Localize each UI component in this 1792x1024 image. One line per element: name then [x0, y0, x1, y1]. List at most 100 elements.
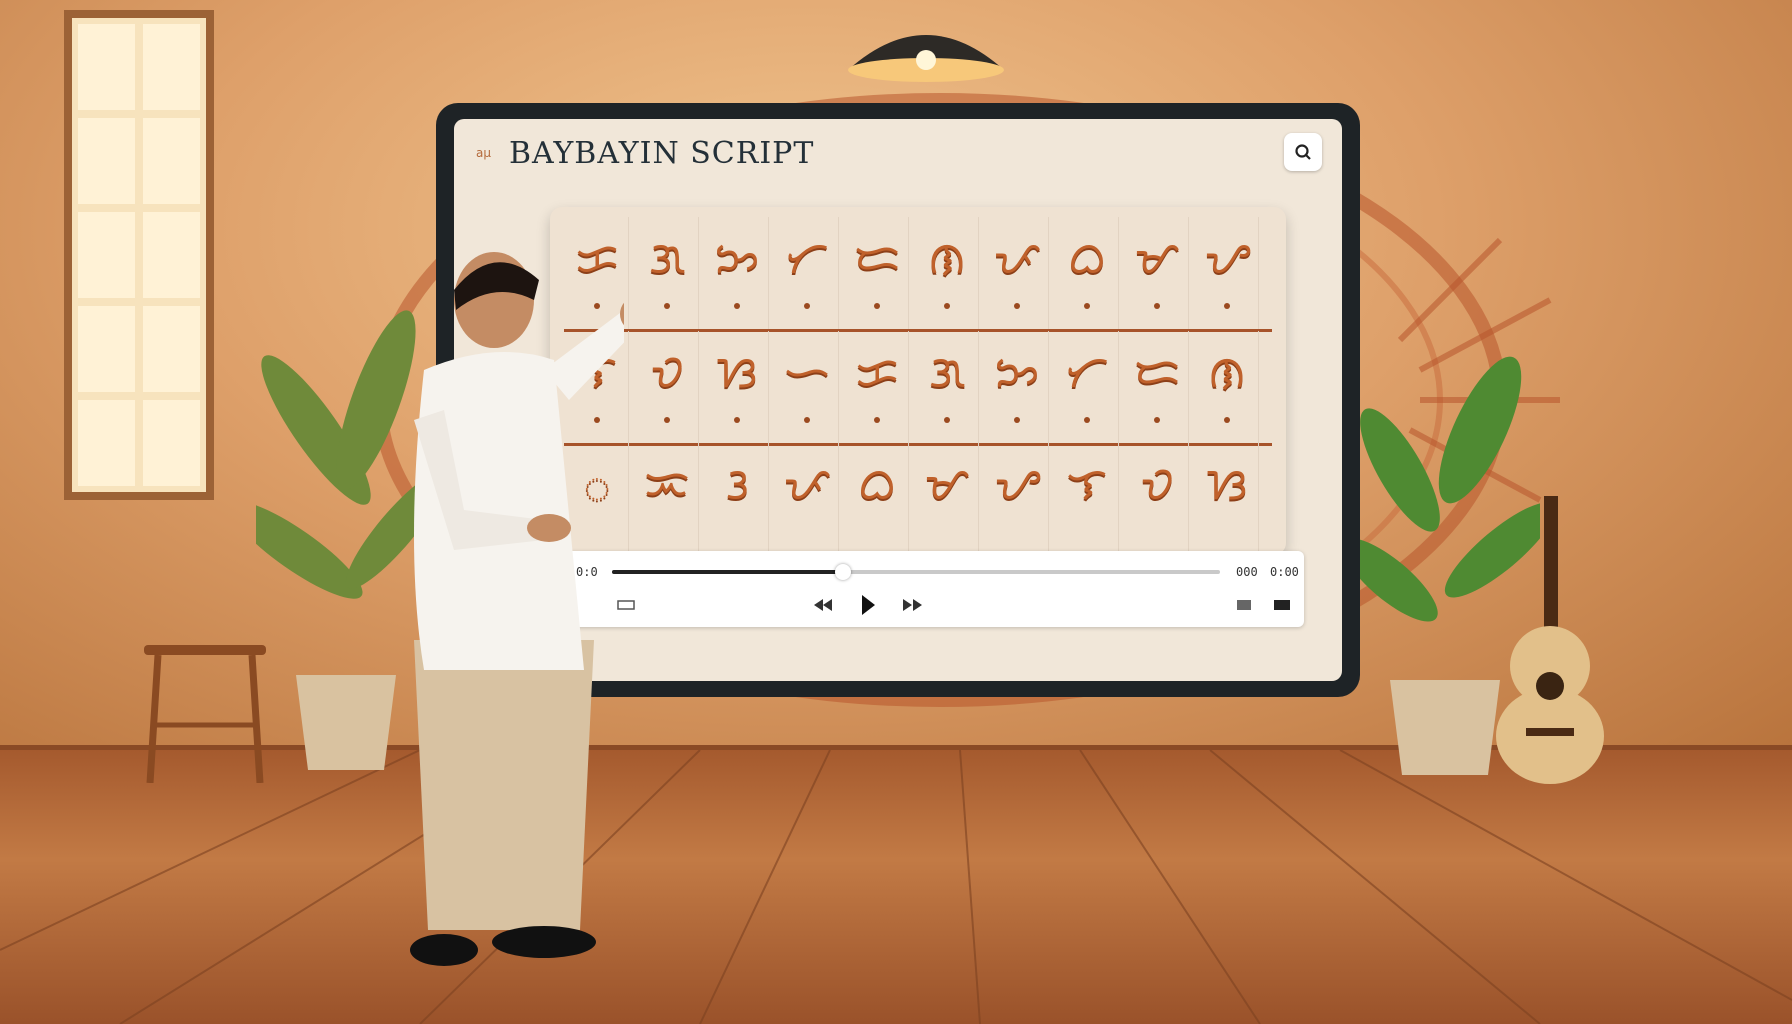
glyph-marker	[804, 417, 810, 423]
glyph-marker	[1224, 303, 1230, 309]
glyph-character: ᜄ	[928, 347, 966, 398]
glyph-marker	[1224, 417, 1230, 423]
baybayin-glyph[interactable]: ᜋ	[916, 443, 979, 555]
glyph-marker	[734, 417, 740, 423]
baybayin-glyph[interactable]: ᜆ	[776, 217, 839, 329]
glyph-row: ᜃᜄᜅᜆᜇᜈᜉᜊᜋᜌ	[566, 217, 1270, 329]
glyph-character: ᜆ	[1065, 347, 1109, 398]
baybayin-glyph[interactable]: ᜈ	[916, 217, 979, 329]
baybayin-glyph[interactable]: ᜌ	[986, 443, 1049, 555]
wooden-stool	[144, 645, 266, 783]
forward-icon	[903, 599, 922, 611]
baybayin-glyph[interactable]: ᜐ	[706, 331, 769, 443]
glyph-marker	[874, 417, 880, 423]
baybayin-glyph[interactable]: ᜉ	[986, 217, 1049, 329]
search-button[interactable]	[1284, 133, 1322, 171]
app-logo: aµ	[476, 146, 491, 160]
glyph-character: ᜐ	[716, 347, 758, 398]
baybayin-glyph[interactable]: ᜐ	[1196, 443, 1259, 555]
glyph-marker	[1084, 303, 1090, 309]
fullscreen-icon	[1274, 600, 1290, 610]
glyph-character: ᜊ	[1068, 233, 1106, 284]
window	[64, 10, 214, 500]
glyph-marker	[804, 303, 810, 309]
glyph-marker	[1084, 417, 1090, 423]
settings-button[interactable]	[1232, 593, 1256, 617]
play-icon	[862, 595, 875, 615]
baybayin-glyph[interactable]: ᜌ	[1196, 217, 1259, 329]
baybayin-glyph[interactable]: ᜇ	[846, 217, 909, 329]
baybayin-glyph[interactable]: ᜂ	[706, 443, 769, 555]
glyph-character: ᜋ	[1134, 233, 1180, 284]
wooden-floor	[0, 749, 1792, 1024]
glyph-row: ᜀᜁᜂᜉᜊᜋᜌᜎᜏᜐ	[566, 443, 1270, 555]
baybayin-glyph[interactable]: ᜆ	[1056, 331, 1119, 443]
glyph-character: ᜄ	[648, 233, 686, 284]
glyph-marker	[1014, 417, 1020, 423]
glyph-character: ᜌ	[1204, 233, 1250, 284]
time-remaining: 0:00	[1270, 565, 1299, 579]
rewind-icon	[814, 599, 832, 611]
guitar	[1496, 496, 1604, 784]
classroom-scene: aµ BAYBAYIN SCRIPT ᜃᜄᜅᜆᜇᜈᜉᜊᜋᜌᜎᜏᜐᜑᜃᜄᜅᜆᜇᜈᜀ…	[0, 0, 1792, 1024]
play-button[interactable]	[854, 593, 882, 617]
glyph-character: ᜎ	[1066, 459, 1108, 510]
baybayin-glyph[interactable]: ᜊ	[1056, 217, 1119, 329]
baybayin-glyph[interactable]: ᜅ	[986, 331, 1049, 443]
glyph-marker	[874, 303, 880, 309]
glyph-character: ᜃ	[855, 347, 899, 398]
glyph-character: ᜐ	[1206, 459, 1248, 510]
baybayin-glyph[interactable]: ᜉ	[776, 443, 839, 555]
page-title: BAYBAYIN SCRIPT	[509, 135, 815, 171]
baybayin-glyph[interactable]: ᜋ	[1126, 217, 1189, 329]
progress-fill	[612, 570, 844, 574]
fullscreen-button[interactable]	[1270, 593, 1294, 617]
teacher-figure	[410, 252, 624, 966]
progress-track[interactable]	[612, 564, 1220, 580]
glyph-character: ᜉ	[993, 233, 1041, 284]
baybayin-glyph[interactable]: ᜄ	[916, 331, 979, 443]
baybayin-glyph[interactable]: ᜈ	[1196, 331, 1259, 443]
glyph-character: ᜆ	[785, 233, 829, 284]
glyph-row: ᜎᜏᜐᜑᜃᜄᜅᜆᜇᜈ	[566, 331, 1270, 443]
baybayin-glyph[interactable]: ᜏ	[636, 331, 699, 443]
glyph-character: ᜏ	[650, 347, 684, 398]
video-player-controls: 0:0 000 0:00	[566, 551, 1304, 627]
floor-planks	[0, 749, 1792, 1024]
baybayin-glyph[interactable]: ᜁ	[636, 443, 699, 555]
progress-knob[interactable]	[835, 564, 852, 580]
glyph-marker	[664, 417, 670, 423]
rewind-button[interactable]	[810, 593, 836, 617]
glyph-character: ᜑ	[783, 347, 831, 398]
gear-icon	[1237, 600, 1251, 610]
baybayin-glyph[interactable]: ᜄ	[636, 217, 699, 329]
glyph-marker	[944, 417, 950, 423]
baybayin-glyph[interactable]: ᜇ	[1126, 331, 1189, 443]
glyph-character: ᜇ	[1133, 347, 1181, 398]
glyph-character: ᜈ	[1208, 347, 1246, 398]
glyph-character: ᜊ	[858, 459, 896, 510]
baybayin-glyph[interactable]: ᜎ	[1056, 443, 1119, 555]
glyph-marker	[944, 303, 950, 309]
forward-button[interactable]	[898, 593, 928, 617]
glyph-marker	[734, 303, 740, 309]
baybayin-glyph[interactable]: ᜏ	[1126, 443, 1189, 555]
glyph-character: ᜏ	[1140, 459, 1174, 510]
baybayin-glyph[interactable]: ᜊ	[846, 443, 909, 555]
glyph-marker	[1014, 303, 1020, 309]
time-total: 000	[1236, 565, 1258, 579]
baybayin-board: ᜃᜄᜅᜆᜇᜈᜉᜊᜋᜌᜎᜏᜐᜑᜃᜄᜅᜆᜇᜈᜀᜁᜂᜉᜊᜋᜌᜎᜏᜐ	[550, 207, 1286, 555]
glyph-character: ᜂ	[725, 459, 749, 510]
glyph-marker	[1154, 303, 1160, 309]
glyph-marker	[664, 303, 670, 309]
glyph-character: ᜉ	[783, 459, 831, 510]
baybayin-glyph[interactable]: ᜑ	[776, 331, 839, 443]
glyph-character: ᜅ	[714, 233, 760, 284]
glyph-character: ᜁ	[644, 459, 690, 510]
glyph-character: ᜇ	[853, 233, 901, 284]
glyph-marker	[1154, 417, 1160, 423]
baybayin-glyph[interactable]: ᜅ	[706, 217, 769, 329]
baybayin-glyph[interactable]: ᜃ	[846, 331, 909, 443]
glyph-character: ᜋ	[924, 459, 970, 510]
glyph-character: ᜅ	[994, 347, 1040, 398]
